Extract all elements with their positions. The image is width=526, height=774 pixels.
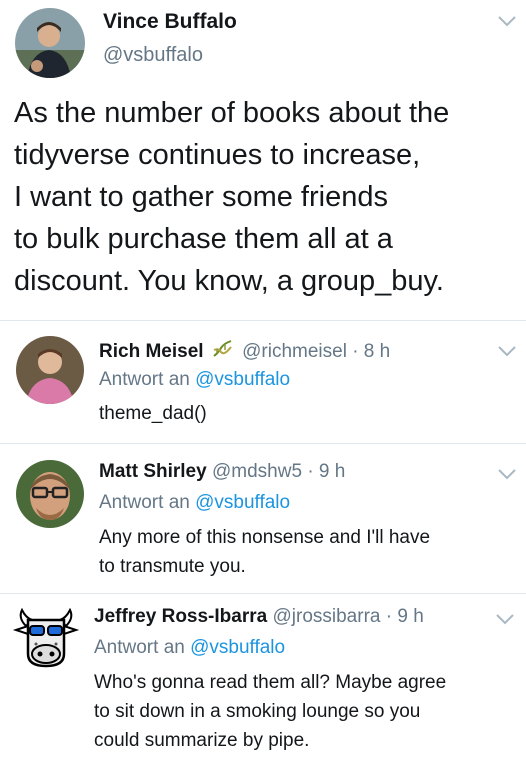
author-name[interactable]: Vince Buffalo [103, 10, 237, 34]
reply-handle[interactable]: @mdshw5 [212, 461, 302, 482]
tweet-text-line: tidyverse continues to increase, [14, 139, 421, 171]
reply-handle[interactable]: @richmeisel [242, 341, 347, 362]
reply-prefix: Antwort an [99, 369, 190, 390]
reply-text-line: to transmute you. [99, 556, 246, 577]
reply-context: Antwort an @vsbuffalo [99, 369, 290, 391]
reply-time[interactable]: · 9 h [386, 606, 424, 627]
reply-header: Matt Shirley @mdshw5 · 9 h [99, 461, 345, 483]
avatar[interactable] [16, 336, 84, 404]
author-handle[interactable]: @vsbuffalo [103, 44, 203, 67]
divider [0, 443, 526, 444]
reply-prefix: Antwort an [99, 492, 190, 513]
tweet-text-line: to bulk purchase them all at a [14, 223, 393, 255]
reply-time[interactable]: · 9 h [307, 461, 345, 482]
chevron-down-icon[interactable] [496, 344, 518, 358]
chevron-down-icon[interactable] [494, 612, 516, 626]
reply-text: theme_dad() [99, 399, 207, 428]
tweet-text-line: As the number of books about the [14, 97, 450, 129]
reply-author-name[interactable]: Rich Meisel [99, 341, 204, 362]
avatar[interactable] [12, 604, 80, 674]
tweet-text-line: discount. You know, a group_buy. [14, 265, 444, 297]
reply-text: Who's gonna read them all? Maybe agree t… [94, 668, 446, 755]
tweet-text: As the number of books about the tidyver… [14, 92, 449, 302]
dna-icon [213, 340, 232, 357]
reply-context: Antwort an @vsbuffalo [94, 637, 285, 659]
reply-to-link[interactable]: @vsbuffalo [190, 637, 285, 658]
reply-prefix: Antwort an [94, 637, 185, 658]
reply-text-line: Who's gonna read them all? Maybe agree [94, 672, 447, 693]
reply-header: Rich Meisel @richmeisel · 8 h [99, 338, 390, 363]
chevron-down-icon[interactable] [496, 467, 518, 481]
reply-handle[interactable]: @jrossibarra [272, 606, 380, 627]
reply-text-line: Any more of this nonsense and I'll have [99, 527, 431, 548]
avatar[interactable] [15, 8, 85, 78]
reply-author-name[interactable]: Matt Shirley [99, 461, 207, 482]
reply-text-line: could summarize by pipe. [94, 730, 310, 751]
reply-text-line: theme_dad() [99, 403, 207, 424]
divider [0, 593, 526, 594]
reply-text-line: to sit down in a smoking lounge so you [94, 701, 421, 722]
reply-author-name[interactable]: Jeffrey Ross-Ibarra [94, 606, 267, 627]
reply-time[interactable]: · 8 h [352, 341, 390, 362]
chevron-down-icon[interactable] [496, 14, 518, 28]
tweet-text-line: I want to gather some friends [14, 181, 388, 213]
avatar[interactable] [16, 460, 84, 528]
reply-text: Any more of this nonsense and I'll have … [99, 523, 430, 581]
reply-to-link[interactable]: @vsbuffalo [195, 369, 290, 390]
reply-to-link[interactable]: @vsbuffalo [195, 492, 290, 513]
reply-header: Jeffrey Ross-Ibarra @jrossibarra · 9 h [94, 606, 424, 628]
divider [0, 320, 526, 321]
reply-context: Antwort an @vsbuffalo [99, 492, 290, 514]
